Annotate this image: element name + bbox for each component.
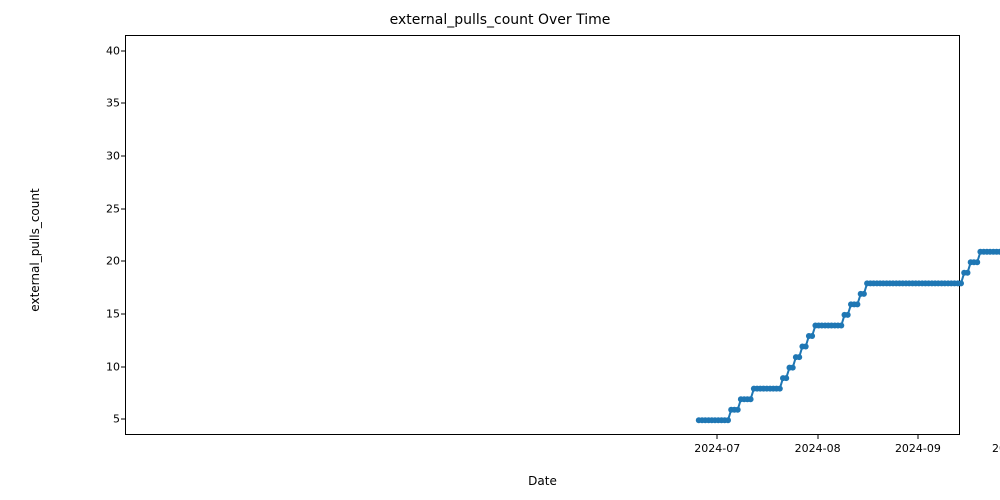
ytick-mark [121, 103, 125, 104]
xtick-mark [917, 435, 918, 439]
data-point [777, 386, 783, 392]
data-point [958, 280, 964, 286]
data-point [796, 354, 802, 360]
ytick-mark [121, 366, 125, 367]
data-point [845, 312, 851, 318]
data-point [861, 291, 867, 297]
chart-title: external_pulls_count Over Time [0, 12, 1000, 28]
xtick-label: 2024-10 [992, 442, 1000, 455]
xtick-label: 2024-09 [895, 442, 941, 455]
ytick-mark [121, 156, 125, 157]
ytick-mark [121, 419, 125, 420]
data-series [126, 36, 959, 434]
xtick-mark [717, 435, 718, 439]
ytick-label: 40 [90, 44, 120, 57]
data-point [965, 270, 971, 276]
ytick-mark [121, 208, 125, 209]
ytick-label: 5 [90, 413, 120, 426]
ytick-label: 30 [90, 150, 120, 163]
ytick-label: 15 [90, 307, 120, 320]
data-point [783, 375, 789, 381]
ytick-mark [121, 261, 125, 262]
xtick-mark [817, 435, 818, 439]
series-line [699, 52, 1000, 420]
ytick-label: 25 [90, 202, 120, 215]
data-point [854, 301, 860, 307]
data-point [838, 323, 844, 329]
xtick-label: 2024-07 [694, 442, 740, 455]
plot-area [125, 35, 960, 435]
y-axis-label: external_pulls_count [28, 188, 42, 311]
data-point [974, 259, 980, 265]
ytick-label: 10 [90, 360, 120, 373]
ytick-mark [121, 313, 125, 314]
ytick-label: 20 [90, 255, 120, 268]
data-point [748, 396, 754, 402]
data-point [803, 344, 809, 350]
ytick-mark [121, 50, 125, 51]
data-point [725, 417, 731, 423]
x-axis-label: Date [125, 474, 960, 488]
xtick-label: 2024-08 [795, 442, 841, 455]
data-point [790, 365, 796, 371]
data-point [809, 333, 815, 339]
ytick-label: 35 [90, 97, 120, 110]
data-point [735, 407, 741, 413]
chart-container: external_pulls_count Over Time external_… [0, 0, 1000, 500]
